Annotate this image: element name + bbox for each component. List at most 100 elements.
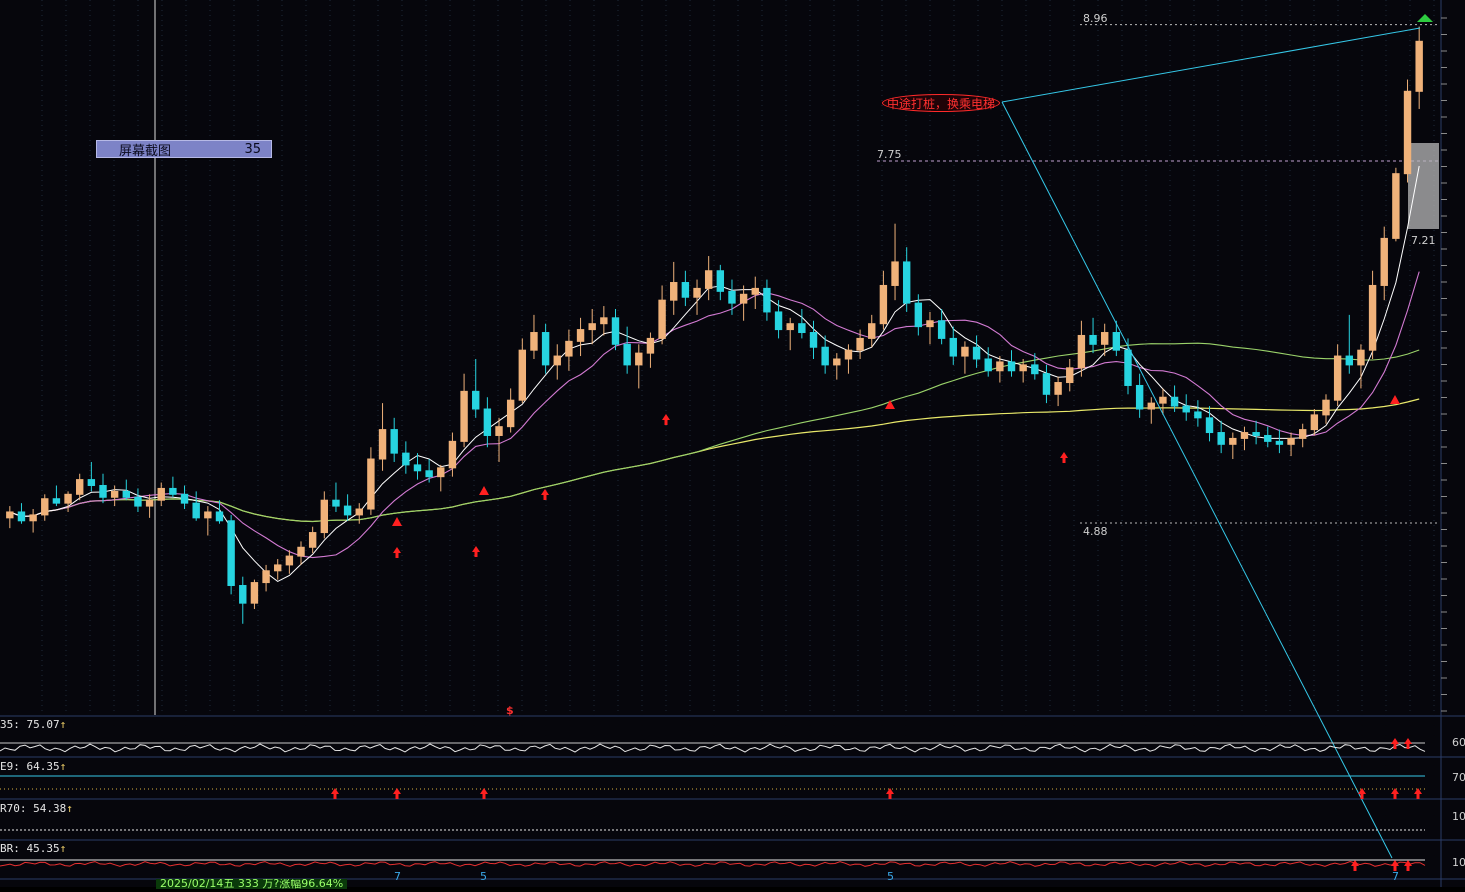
candle-body [774, 311, 783, 331]
candle-body [169, 487, 177, 495]
candle-body [320, 499, 329, 534]
candle-body [716, 270, 725, 292]
candle-body [1229, 437, 1237, 445]
candle-body [1298, 429, 1307, 439]
candle-body [972, 346, 981, 360]
candle-body [250, 582, 259, 604]
candle-body [1147, 402, 1155, 410]
candle-body [308, 532, 317, 548]
candle-body [1240, 432, 1249, 439]
candle-body [1112, 332, 1121, 351]
candle-body [961, 346, 969, 357]
candle-body [728, 290, 736, 304]
candle-body [646, 337, 655, 354]
candle-body [937, 320, 946, 339]
candle-body [949, 337, 957, 357]
candle-body [1077, 334, 1086, 369]
candle-body [76, 479, 84, 495]
chart-stage[interactable]: 屏幕截图 35 中途打桩，换乘电梯 8.96 7.75 4.88 7.21 $ … [0, 0, 1465, 889]
candle-body [204, 511, 212, 519]
mid-price-label: 7.75 [877, 148, 902, 161]
candle-body [332, 499, 340, 507]
candle-body [658, 299, 666, 339]
screenshot-count: 35 [244, 141, 261, 157]
candle-body [576, 329, 585, 342]
candle-body [786, 323, 794, 331]
candle-body [600, 317, 608, 325]
candle-body [1415, 40, 1423, 92]
candle-body [891, 261, 899, 286]
candle-body [378, 429, 387, 460]
candle-body [1089, 334, 1097, 345]
candle [1403, 79, 1412, 183]
candle-body [1007, 361, 1016, 372]
pane-label-4: BR: 45.35↑ [0, 842, 67, 855]
pane-tick-1: 60 [1452, 736, 1465, 749]
screenshot-counter-box[interactable]: 屏幕截图 35 [96, 140, 272, 159]
candle-body [1031, 364, 1039, 375]
candle-body [879, 284, 888, 325]
candle-body [110, 490, 119, 498]
candle-body [1380, 237, 1388, 286]
candle-body [1345, 355, 1353, 366]
annotation-callout[interactable]: 中途打桩，换乘电梯 [882, 94, 1000, 112]
pane-label-1: 35: 75.07↑ [0, 718, 67, 731]
candle-body [87, 479, 96, 486]
candle-body [483, 408, 492, 436]
candle-body [763, 287, 771, 313]
candle-body [495, 426, 503, 436]
candle-body [1170, 396, 1179, 407]
candle-body [588, 323, 596, 331]
candle-body [868, 323, 876, 339]
pane-label-3: R70: 54.38↑ [0, 802, 73, 815]
candle-body [180, 493, 189, 504]
candle-body [1159, 396, 1167, 404]
candle-body [1275, 440, 1284, 445]
candle-body [274, 564, 282, 572]
candle-body [611, 317, 620, 345]
candle-body [1252, 432, 1260, 436]
footer-date-readout: 2025/02/14五 333 万?涨幅96.64% [156, 879, 348, 889]
candle-body [844, 349, 853, 360]
candle-body [17, 511, 26, 522]
candle [1392, 167, 1400, 242]
candle-body [297, 546, 305, 557]
candle-body [367, 458, 375, 510]
candle-body [1135, 384, 1144, 410]
screenshot-label: 屏幕截图 [119, 143, 172, 159]
pane-label-2: E9: 64.35↑ [0, 760, 67, 773]
candle-body [52, 498, 61, 504]
candle-body [157, 487, 165, 501]
x-marker-4: 7 [1392, 870, 1399, 883]
x-marker-1: 7 [394, 870, 401, 883]
candle-body [984, 358, 992, 372]
candle-body [29, 514, 37, 522]
candle-body [1100, 332, 1109, 345]
candle-body [751, 287, 759, 295]
candle-body [996, 361, 1004, 372]
candle-body [437, 467, 445, 478]
candle-body [1368, 284, 1377, 351]
pane-tick-2: 70 [1452, 771, 1465, 784]
candle-body [6, 511, 14, 519]
low-price-label: 4.88 [1083, 525, 1108, 538]
candle-body [1310, 414, 1319, 431]
candle-body [1264, 434, 1272, 442]
candle-body [1322, 399, 1330, 416]
candle-body [704, 270, 713, 289]
candle-body [635, 352, 643, 366]
candle-body [693, 287, 701, 298]
candle-body [227, 520, 235, 587]
candlestick-chart[interactable] [0, 0, 1465, 887]
candle-body [355, 508, 363, 516]
pane-tick-4: 10 [1452, 856, 1465, 869]
candle-body [1205, 417, 1214, 434]
candle-body [1124, 349, 1132, 386]
candle-body [262, 570, 270, 584]
candle-body [122, 490, 131, 498]
candle-body [215, 511, 224, 522]
candle-body [1042, 373, 1051, 395]
pane-tick-3: 10 [1452, 810, 1465, 823]
high-price-label: 8.96 [1083, 12, 1108, 25]
candle-body [902, 261, 911, 304]
